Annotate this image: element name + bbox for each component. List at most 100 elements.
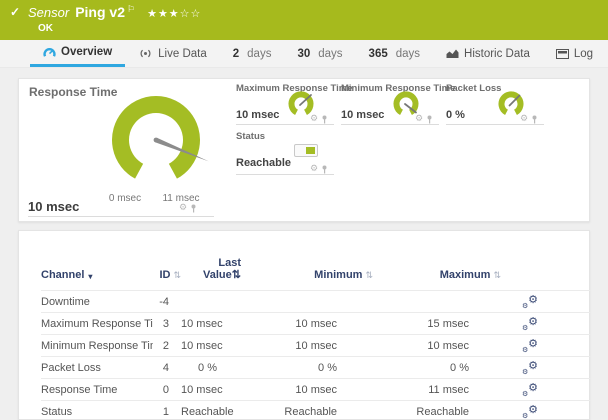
- minimum-response-time-value: 10 msec: [341, 109, 385, 121]
- gear-icon: ⚙: [528, 404, 538, 416]
- channel-name: Downtime: [41, 295, 90, 308]
- chevron-down-icon: ▾: [88, 272, 93, 281]
- channel-last-value: 0 %: [198, 361, 217, 374]
- channel-id: 4: [162, 361, 169, 374]
- gear-icon: ⚙: [528, 316, 538, 328]
- sort-icon: ⇅: [365, 271, 373, 281]
- last-value-header-line2: Value: [203, 269, 232, 281]
- log-icon: [555, 48, 569, 59]
- status-panel: Status Reachable ⚙: [236, 131, 334, 175]
- stars-filled[interactable]: ★★★: [147, 7, 180, 20]
- channel-name: Response Time: [41, 383, 118, 396]
- column-header-minimum[interactable]: Minimum ⇅: [241, 257, 373, 290]
- column-header-id[interactable]: ID ⇅: [153, 257, 181, 290]
- channel-maximum: Reachable: [416, 405, 469, 418]
- divider: [28, 216, 214, 217]
- tab-live-data-label: Live Data: [158, 47, 207, 60]
- stars-empty[interactable]: ☆☆: [180, 7, 202, 20]
- gear-icon[interactable]: ⚙: [520, 115, 528, 124]
- tab-log-label: Log: [573, 47, 594, 60]
- tab-live-data[interactable]: Live Data: [125, 40, 220, 67]
- channel-maximum: 10 msec: [427, 339, 469, 352]
- channel-last-value: 10 msec: [181, 339, 223, 352]
- channel-name: Status: [41, 405, 73, 418]
- gear-icon: ⚙: [522, 367, 529, 375]
- tab-overview-label: Overview: [61, 46, 113, 58]
- tab-2-days[interactable]: 2 days: [220, 40, 285, 67]
- gear-icon: ⚙: [528, 338, 538, 350]
- tab-overview[interactable]: Overview: [30, 40, 126, 67]
- tab-historic-data-label: Historic Data: [464, 47, 530, 60]
- last-value-header-line1: Last: [218, 257, 241, 269]
- tab-2-days-unit: days: [247, 47, 272, 60]
- gear-icon[interactable]: ⚙: [179, 204, 187, 213]
- gear-icon: ⚙: [522, 389, 529, 397]
- maximum-response-time-value: 10 msec: [236, 109, 280, 121]
- response-time-value: 10 msec: [28, 199, 80, 214]
- sort-icon: ⇅: [173, 271, 181, 281]
- priority-stars[interactable]: ★★★☆☆: [147, 7, 201, 20]
- minimum-response-time-panel: Minimum Response Time 10 msec ⚙: [341, 83, 455, 125]
- channel-last-value: 10 msec: [181, 317, 223, 330]
- tab-365-days-unit: days: [395, 47, 421, 60]
- channel-last-value: Reachable: [181, 405, 234, 418]
- channel-id: -4: [159, 295, 169, 308]
- table-row[interactable]: Packet Loss 4 0 % 0 % 0 % ⚙ ⚙: [41, 356, 591, 378]
- channel-id: 2: [162, 339, 169, 352]
- channel-settings-icon[interactable]: ⚙ ⚙: [522, 361, 538, 375]
- channel-settings-icon[interactable]: ⚙ ⚙: [522, 317, 538, 331]
- pin-icon[interactable]: [321, 115, 328, 124]
- sensor-header: ✓ Sensor Ping v2 ⚐ ★★★☆☆ OK: [0, 0, 608, 40]
- sensor-status-text: OK: [38, 23, 53, 34]
- channel-minimum: 10 msec: [295, 383, 337, 396]
- tab-2-days-number: 2: [232, 47, 240, 60]
- channel-id: 0: [162, 383, 169, 396]
- sensor-type-label: Sensor: [28, 5, 70, 20]
- channel-table-panel: Channel ▾ ID ⇅ Last Value⇅ Minimum ⇅ Maximu…: [18, 230, 591, 420]
- tab-365-days-number: 365: [368, 47, 388, 60]
- tab-historic-data[interactable]: Historic Data: [433, 40, 543, 67]
- channel-minimum: 0 %: [318, 361, 337, 374]
- pin-icon[interactable]: [426, 115, 433, 124]
- channel-minimum: Reachable: [284, 405, 337, 418]
- tab-30-days[interactable]: 30 days: [284, 40, 355, 67]
- status-toggle-indicator: [294, 144, 318, 157]
- channel-id: 1: [162, 405, 169, 418]
- channel-last-value: 10 msec: [181, 383, 223, 396]
- status-value: Reachable: [236, 157, 292, 169]
- channel-settings-icon[interactable]: ⚙ ⚙: [522, 339, 538, 353]
- id-header-label: ID: [159, 269, 171, 281]
- response-time-gauge: [112, 96, 209, 179]
- gear-icon[interactable]: ⚙: [415, 115, 423, 124]
- gear-icon[interactable]: ⚙: [310, 115, 318, 124]
- gear-icon: ⚙: [528, 382, 538, 394]
- column-header-maximum[interactable]: Maximum ⇅: [373, 257, 501, 290]
- tab-365-days[interactable]: 365 days: [356, 40, 433, 67]
- sort-icon: ⇅: [231, 269, 241, 281]
- column-header-actions: [501, 257, 591, 290]
- channel-maximum: 11 msec: [428, 383, 469, 396]
- table-row[interactable]: Downtime -4 ⚙ ⚙: [41, 290, 591, 312]
- column-header-channel[interactable]: Channel ▾: [41, 257, 153, 290]
- channel-maximum: 0 %: [450, 361, 469, 374]
- channel-maximum: 15 msec: [427, 317, 469, 330]
- tab-log[interactable]: Log: [543, 40, 606, 67]
- pin-icon[interactable]: [321, 165, 328, 174]
- channel-minimum: 10 msec: [295, 339, 337, 352]
- channel-settings-icon[interactable]: ⚙ ⚙: [522, 405, 538, 419]
- column-header-last-value[interactable]: Last Value⇅: [181, 257, 241, 290]
- table-row[interactable]: Response Time 0 10 msec 10 msec 11 msec …: [41, 378, 591, 400]
- sensor-name[interactable]: Ping v2: [75, 4, 125, 20]
- pin-icon[interactable]: [190, 204, 197, 213]
- table-row[interactable]: Maximum Response Ti... 3 10 msec 10 msec…: [41, 312, 591, 334]
- channel-minimum: 10 msec: [295, 317, 337, 330]
- pin-icon[interactable]: [531, 115, 538, 124]
- channel-settings-icon[interactable]: ⚙ ⚙: [522, 383, 538, 397]
- table-row[interactable]: Status 1 Reachable Reachable Reachable ⚙…: [41, 400, 591, 420]
- gear-icon[interactable]: ⚙: [310, 165, 318, 174]
- channel-settings-icon[interactable]: ⚙ ⚙: [522, 295, 538, 309]
- gear-icon: ⚙: [522, 411, 529, 419]
- table-row[interactable]: Minimum Response Time 2 10 msec 10 msec …: [41, 334, 591, 356]
- channel-header-label: Channel: [41, 269, 85, 281]
- tab-30-days-number: 30: [297, 47, 311, 60]
